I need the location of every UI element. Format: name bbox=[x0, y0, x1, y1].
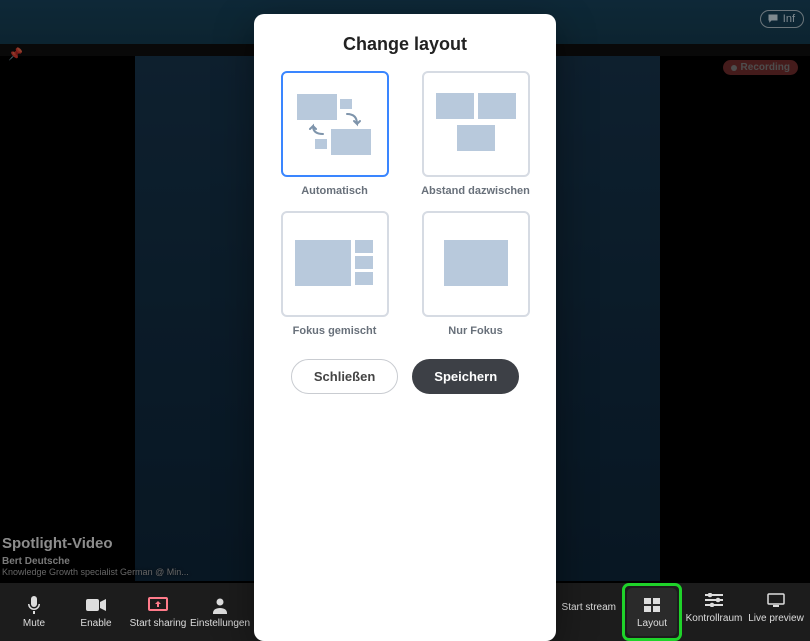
close-button[interactable]: Schließen bbox=[291, 359, 398, 394]
layout-mixed-icon bbox=[293, 234, 377, 294]
layout-auto-icon bbox=[295, 89, 375, 159]
layout-option-only[interactable]: Nur Fokus bbox=[411, 211, 540, 337]
layout-only-label: Nur Fokus bbox=[448, 325, 502, 337]
layout-spaced-icon bbox=[434, 89, 518, 159]
layout-option-mixed[interactable]: Fokus gemischt bbox=[270, 211, 399, 337]
layout-option-auto[interactable]: Automatisch bbox=[270, 71, 399, 197]
save-button[interactable]: Speichern bbox=[412, 359, 519, 394]
modal-backdrop: Change layout Automatisch bbox=[0, 0, 810, 641]
layout-auto-label: Automatisch bbox=[301, 185, 368, 197]
layout-mixed-label: Fokus gemischt bbox=[293, 325, 377, 337]
layout-spaced-label: Abstand dazwischen bbox=[421, 185, 530, 197]
layout-option-spaced[interactable]: Abstand dazwischen bbox=[411, 71, 540, 197]
change-layout-modal: Change layout Automatisch bbox=[254, 14, 556, 641]
layout-only-icon bbox=[434, 234, 518, 294]
modal-title: Change layout bbox=[270, 34, 540, 55]
